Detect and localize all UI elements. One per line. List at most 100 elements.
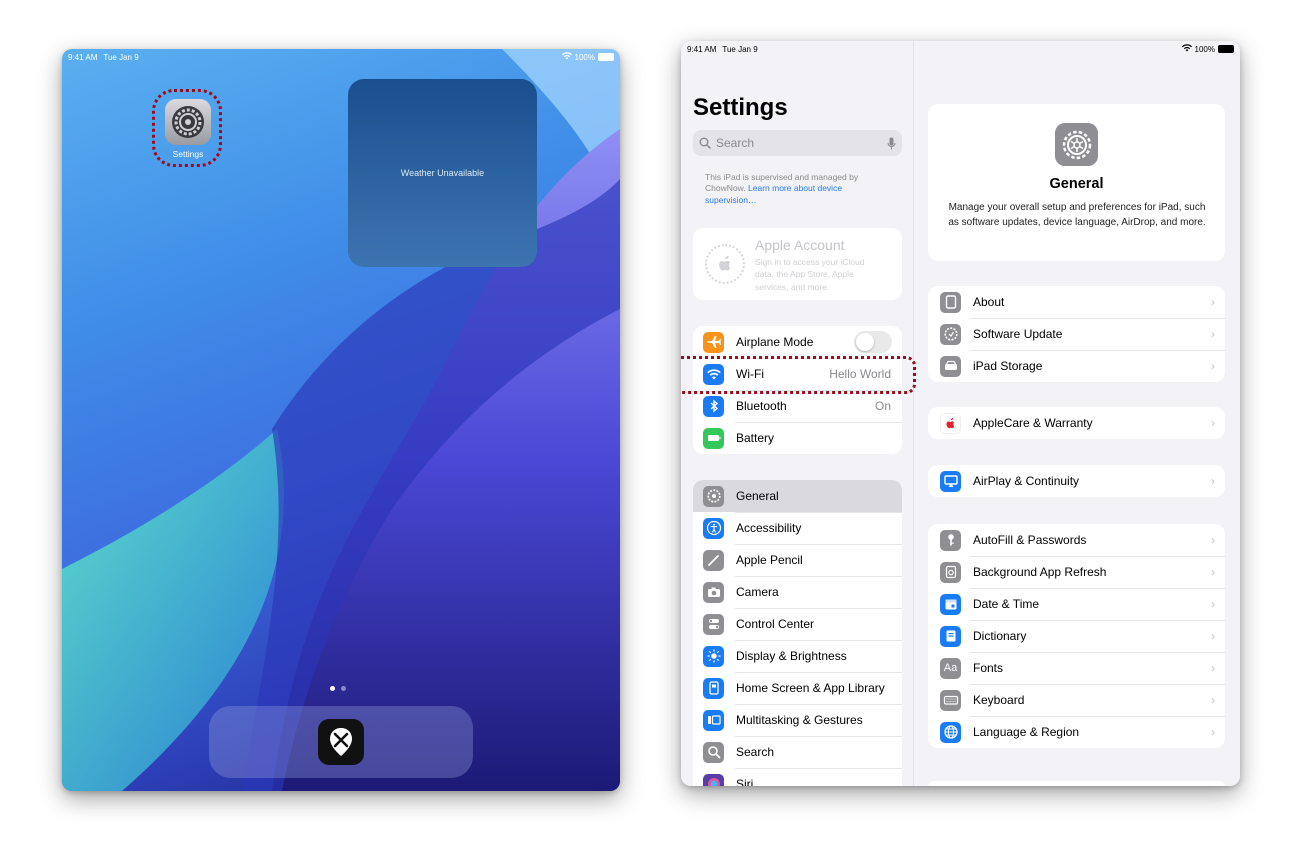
highlight-settings-app bbox=[152, 89, 222, 167]
general-header-card: General Manage your overall setup and pr… bbox=[928, 104, 1225, 261]
home-screen: 9:41 AM Tue Jan 9 100% Settings Weather U… bbox=[62, 49, 620, 791]
airplane-mode-toggle[interactable] bbox=[854, 331, 892, 353]
general-item-background-app-refresh[interactable]: Background App Refresh › bbox=[928, 556, 1225, 588]
general-group: AppleCare & Warranty › bbox=[928, 407, 1225, 439]
apple-account-card[interactable]: Apple Account Sign in to access your iCl… bbox=[693, 228, 902, 300]
sidebar-item-multitasking-and-gestures[interactable]: Multitasking & Gestures bbox=[693, 704, 902, 736]
general-item-label: About bbox=[973, 295, 1005, 309]
account-title: Apple Account bbox=[755, 237, 845, 253]
general-group-next bbox=[928, 781, 1225, 786]
fonts-icon: Aa bbox=[940, 657, 961, 679]
chownow-app-icon[interactable] bbox=[318, 719, 364, 765]
general-item-label: Dictionary bbox=[973, 629, 1211, 643]
sidebar-item-label: Accessibility bbox=[736, 521, 902, 535]
bluetooth-icon bbox=[703, 395, 724, 417]
search-input[interactable]: Search bbox=[693, 130, 902, 156]
system-group: General Accessibility Apple Pencil Camera Co… bbox=[693, 480, 902, 786]
general-detail-pane: General Manage your overall setup and pr… bbox=[915, 41, 1240, 786]
control-center-icon bbox=[703, 613, 724, 635]
search-icon bbox=[699, 137, 711, 149]
sidebar-item-label: General bbox=[736, 489, 779, 503]
status-date: Tue Jan 9 bbox=[722, 44, 758, 54]
general-group: About › Software Update › iPad Storage › bbox=[928, 286, 1225, 382]
general-item-label: AutoFill & Passwords bbox=[973, 533, 1087, 547]
general-item-fonts[interactable]: Aa Fonts › bbox=[928, 652, 1225, 684]
apple-icon bbox=[940, 412, 961, 434]
chevron-right-icon: › bbox=[1211, 533, 1215, 547]
sidebar-item-camera[interactable]: Camera bbox=[693, 576, 902, 608]
chevron-right-icon: › bbox=[1211, 359, 1215, 373]
general-item-about[interactable]: About › bbox=[928, 286, 1225, 318]
status-bar: 9:41 AM Tue Jan 9 100% bbox=[681, 41, 1240, 57]
sidebar-item-general[interactable]: General bbox=[693, 480, 902, 512]
dock bbox=[209, 706, 473, 778]
general-item-label: Keyboard bbox=[973, 693, 1211, 707]
search-placeholder: Search bbox=[716, 136, 755, 150]
book-icon bbox=[940, 625, 961, 647]
sidebar-item-accessibility[interactable]: Accessibility bbox=[693, 512, 902, 544]
sidebar-item-bluetooth[interactable]: Bluetooth On bbox=[693, 390, 902, 422]
sidebar-item-display-and-brightness[interactable]: Display & Brightness bbox=[693, 640, 902, 672]
storage-icon bbox=[940, 355, 961, 377]
general-item-label: Fonts bbox=[973, 661, 1211, 675]
battery-icon bbox=[703, 427, 724, 449]
sidebar-item-battery[interactable]: Battery bbox=[693, 422, 902, 454]
sidebar-item-airplane-mode[interactable]: Airplane Mode bbox=[693, 326, 902, 358]
supervision-notice: This iPad is supervised and managed by C… bbox=[705, 172, 891, 206]
general-item-language-and-region[interactable]: Language & Region › bbox=[928, 716, 1225, 748]
page-title: Settings bbox=[693, 94, 788, 121]
battery-icon bbox=[1218, 45, 1234, 53]
general-title: General bbox=[1049, 176, 1104, 192]
airplane-icon bbox=[703, 331, 724, 353]
sidebar-item-label: Apple Pencil bbox=[736, 553, 902, 567]
sidebar-item-label: Bluetooth bbox=[736, 399, 875, 413]
battery-percent: 100% bbox=[574, 52, 595, 62]
chevron-right-icon: › bbox=[1211, 295, 1215, 309]
sidebar-item-search[interactable]: Search bbox=[693, 736, 902, 768]
sidebar-item-siri[interactable]: Siri bbox=[693, 768, 902, 786]
pencil-icon bbox=[703, 549, 724, 571]
gear-icon bbox=[1055, 123, 1098, 166]
status-date: Tue Jan 9 bbox=[103, 52, 139, 62]
general-item-applecare-and-warranty[interactable]: AppleCare & Warranty › bbox=[928, 407, 1225, 439]
chevron-right-icon: › bbox=[1211, 597, 1215, 611]
general-item-software-update[interactable]: Software Update › bbox=[928, 318, 1225, 350]
highlight-wifi-row bbox=[681, 356, 916, 394]
weather-text: Weather Unavailable bbox=[400, 168, 485, 178]
weather-widget[interactable]: Weather Unavailable bbox=[348, 79, 537, 267]
general-item-label: AirPlay & Continuity bbox=[973, 474, 1080, 488]
sidebar-item-label: Siri bbox=[736, 777, 902, 786]
general-item-airplay-and-continuity[interactable]: AirPlay & Continuity › bbox=[928, 465, 1225, 497]
key-icon bbox=[940, 529, 961, 551]
general-item-dictionary[interactable]: Dictionary › bbox=[928, 620, 1225, 652]
sidebar-item-home-screen-and-app-library[interactable]: Home Screen & App Library bbox=[693, 672, 902, 704]
general-item-autofill-and-passwords[interactable]: AutoFill & Passwords › bbox=[928, 524, 1225, 556]
sidebar-item-value: On bbox=[874, 399, 891, 413]
apple-logo-icon bbox=[719, 255, 731, 271]
sun-icon bbox=[703, 645, 724, 667]
chevron-right-icon: › bbox=[1211, 693, 1215, 707]
general-description: Manage your overall setup and preference… bbox=[948, 202, 1206, 228]
general-item-ipad-storage[interactable]: iPad Storage › bbox=[928, 350, 1225, 382]
home-screen-icon bbox=[703, 677, 724, 699]
settings-sidebar: Settings Search This iPad is supervised … bbox=[681, 41, 914, 786]
general-item-keyboard[interactable]: Keyboard › bbox=[928, 684, 1225, 716]
calendar-icon bbox=[940, 593, 961, 615]
battery-icon bbox=[598, 53, 614, 61]
status-time: 9:41 AM bbox=[68, 52, 98, 62]
general-item-date-and-time[interactable]: Date & Time › bbox=[928, 588, 1225, 620]
sidebar-item-label: Battery bbox=[736, 431, 902, 445]
sidebar-item-apple-pencil[interactable]: Apple Pencil bbox=[693, 544, 902, 576]
chevron-right-icon: › bbox=[1211, 661, 1215, 675]
microphone-icon[interactable] bbox=[887, 137, 896, 150]
general-item-label: iPad Storage bbox=[973, 359, 1211, 373]
fonts-glyph: Aa bbox=[943, 662, 958, 674]
sidebar-item-control-center[interactable]: Control Center bbox=[693, 608, 902, 640]
utensils-pin-icon bbox=[330, 728, 352, 756]
ipad-icon bbox=[940, 291, 961, 313]
wifi-icon bbox=[1181, 44, 1192, 54]
page-dot-active bbox=[330, 686, 335, 691]
general-group: AirPlay & Continuity › bbox=[928, 465, 1225, 497]
accessibility-icon bbox=[703, 517, 724, 539]
page-indicator[interactable] bbox=[330, 686, 346, 691]
